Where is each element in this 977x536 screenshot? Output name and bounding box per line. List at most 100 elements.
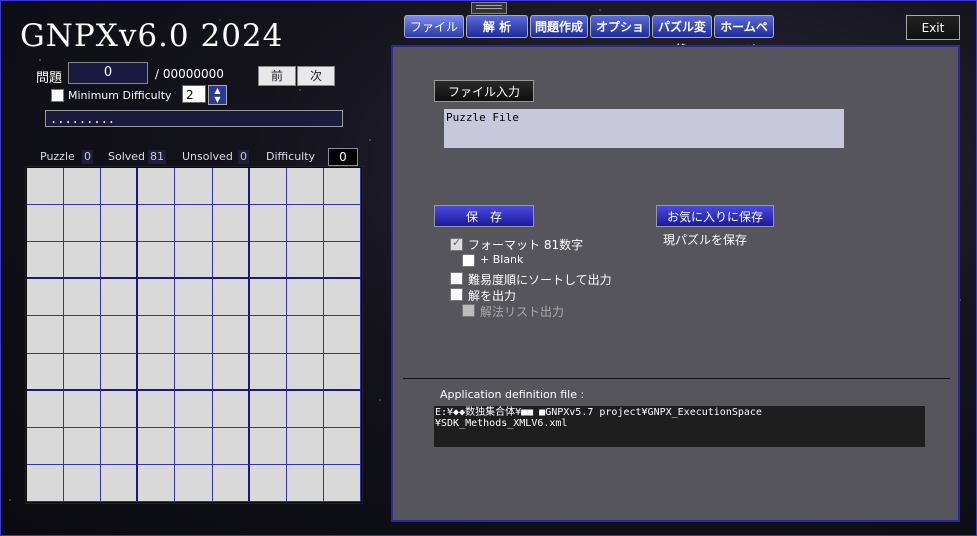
sudoku-cell[interactable]	[212, 353, 250, 391]
sudoku-cell[interactable]	[27, 279, 65, 317]
sudoku-cell[interactable]	[175, 316, 213, 354]
sudoku-cell[interactable]	[101, 168, 139, 206]
sudoku-cell[interactable]	[323, 205, 361, 243]
sudoku-cell[interactable]	[64, 427, 102, 465]
sudoku-cell[interactable]	[64, 205, 102, 243]
sudoku-cell[interactable]	[212, 205, 250, 243]
sudoku-cell[interactable]	[286, 242, 324, 280]
spin-up-icon[interactable]: ▲	[209, 86, 226, 95]
sudoku-cell[interactable]	[64, 390, 102, 428]
sudoku-cell[interactable]	[138, 279, 176, 317]
sudoku-cell[interactable]	[27, 316, 65, 354]
sudoku-cell[interactable]	[212, 464, 250, 502]
min-difficulty-value[interactable]: 2	[182, 85, 206, 103]
file-input-button[interactable]: ファイル入力	[434, 80, 534, 102]
sudoku-cell[interactable]	[27, 168, 65, 206]
sudoku-cell[interactable]	[323, 316, 361, 354]
prev-problem-button[interactable]: 前	[258, 66, 296, 86]
sudoku-cell[interactable]	[286, 168, 324, 206]
next-problem-button[interactable]: 次	[297, 66, 335, 86]
sudoku-grid[interactable]	[27, 168, 361, 502]
sudoku-cell[interactable]	[138, 390, 176, 428]
sudoku-cell[interactable]	[64, 168, 102, 206]
sudoku-cell[interactable]	[286, 279, 324, 317]
sudoku-cell[interactable]	[175, 390, 213, 428]
sudoku-cell[interactable]	[138, 353, 176, 391]
sudoku-cell[interactable]	[27, 205, 65, 243]
sudoku-cell[interactable]	[138, 427, 176, 465]
sudoku-cell[interactable]	[101, 390, 139, 428]
sudoku-cell[interactable]	[101, 464, 139, 502]
sudoku-cell[interactable]	[175, 242, 213, 280]
sudoku-cell[interactable]	[323, 427, 361, 465]
sudoku-cell[interactable]	[323, 242, 361, 280]
sudoku-cell[interactable]	[249, 390, 287, 428]
sudoku-cell[interactable]	[138, 242, 176, 280]
sudoku-cell[interactable]	[138, 316, 176, 354]
sudoku-cell[interactable]	[27, 242, 65, 280]
min-difficulty-checkbox[interactable]	[51, 89, 64, 102]
method-list-checkbox[interactable]	[462, 304, 475, 317]
sudoku-cell[interactable]	[101, 353, 139, 391]
sudoku-cell[interactable]	[286, 427, 324, 465]
sudoku-cell[interactable]	[212, 168, 250, 206]
sudoku-cell[interactable]	[27, 390, 65, 428]
sudoku-cell[interactable]	[323, 390, 361, 428]
exit-button[interactable]: Exit	[906, 15, 960, 40]
tab-analysis[interactable]: 解 析	[466, 15, 528, 38]
sudoku-cell[interactable]	[286, 390, 324, 428]
min-difficulty-spinner[interactable]: ▲ ▼	[208, 85, 227, 105]
puzzle-file-field[interactable]: Puzzle File	[444, 109, 844, 148]
sudoku-cell[interactable]	[212, 390, 250, 428]
sudoku-cell[interactable]	[27, 427, 65, 465]
spin-down-icon[interactable]: ▼	[209, 95, 226, 104]
sudoku-cell[interactable]	[323, 464, 361, 502]
sudoku-cell[interactable]	[138, 464, 176, 502]
tab-create-problem[interactable]: 問題作成	[530, 15, 588, 38]
tab-options[interactable]: オプション	[590, 15, 650, 57]
sudoku-cell[interactable]	[249, 427, 287, 465]
sudoku-cell[interactable]	[286, 316, 324, 354]
sudoku-cell[interactable]	[212, 427, 250, 465]
sudoku-cell[interactable]	[249, 353, 287, 391]
sudoku-cell[interactable]	[212, 279, 250, 317]
sudoku-cell[interactable]	[249, 464, 287, 502]
sudoku-cell[interactable]	[64, 464, 102, 502]
sudoku-cell[interactable]	[101, 205, 139, 243]
sudoku-cell[interactable]	[323, 353, 361, 391]
app-def-path-field[interactable]: E:¥◆◆数独集合体¥■■ ■GNPXv5.7 project¥GNPX_Exe…	[434, 406, 925, 447]
sudoku-cell[interactable]	[249, 279, 287, 317]
sudoku-cell[interactable]	[249, 242, 287, 280]
sudoku-cell[interactable]	[27, 353, 65, 391]
sudoku-cell[interactable]	[249, 168, 287, 206]
drag-grip-icon[interactable]	[471, 2, 507, 14]
sudoku-cell[interactable]	[286, 464, 324, 502]
sudoku-cell[interactable]	[212, 316, 250, 354]
sudoku-cell[interactable]	[175, 205, 213, 243]
sudoku-cell[interactable]	[101, 279, 139, 317]
save-button[interactable]: 保 存	[434, 205, 534, 227]
sudoku-cell[interactable]	[64, 353, 102, 391]
sudoku-cell[interactable]	[27, 464, 65, 502]
sudoku-cell[interactable]	[175, 279, 213, 317]
sudoku-cell[interactable]	[249, 316, 287, 354]
format-81-checkbox[interactable]	[450, 236, 463, 251]
sudoku-cell[interactable]	[175, 427, 213, 465]
sudoku-cell[interactable]	[286, 205, 324, 243]
tab-puzzle-transform[interactable]: パズル変換	[652, 15, 712, 57]
tab-file[interactable]: ファイル	[404, 15, 464, 38]
sudoku-cell[interactable]	[64, 316, 102, 354]
puzzle-string-field[interactable]: .........	[45, 110, 343, 127]
output-solution-checkbox[interactable]	[450, 288, 463, 301]
sudoku-cell[interactable]	[286, 353, 324, 391]
sudoku-cell[interactable]	[64, 279, 102, 317]
sort-output-checkbox[interactable]	[450, 272, 463, 285]
blank-checkbox[interactable]	[462, 254, 475, 267]
problem-number-input[interactable]: 0	[68, 62, 148, 84]
sudoku-cell[interactable]	[101, 242, 139, 280]
sudoku-cell[interactable]	[323, 279, 361, 317]
sudoku-cell[interactable]	[323, 168, 361, 206]
sudoku-cell[interactable]	[138, 168, 176, 206]
sudoku-cell[interactable]	[101, 316, 139, 354]
sudoku-cell[interactable]	[212, 242, 250, 280]
